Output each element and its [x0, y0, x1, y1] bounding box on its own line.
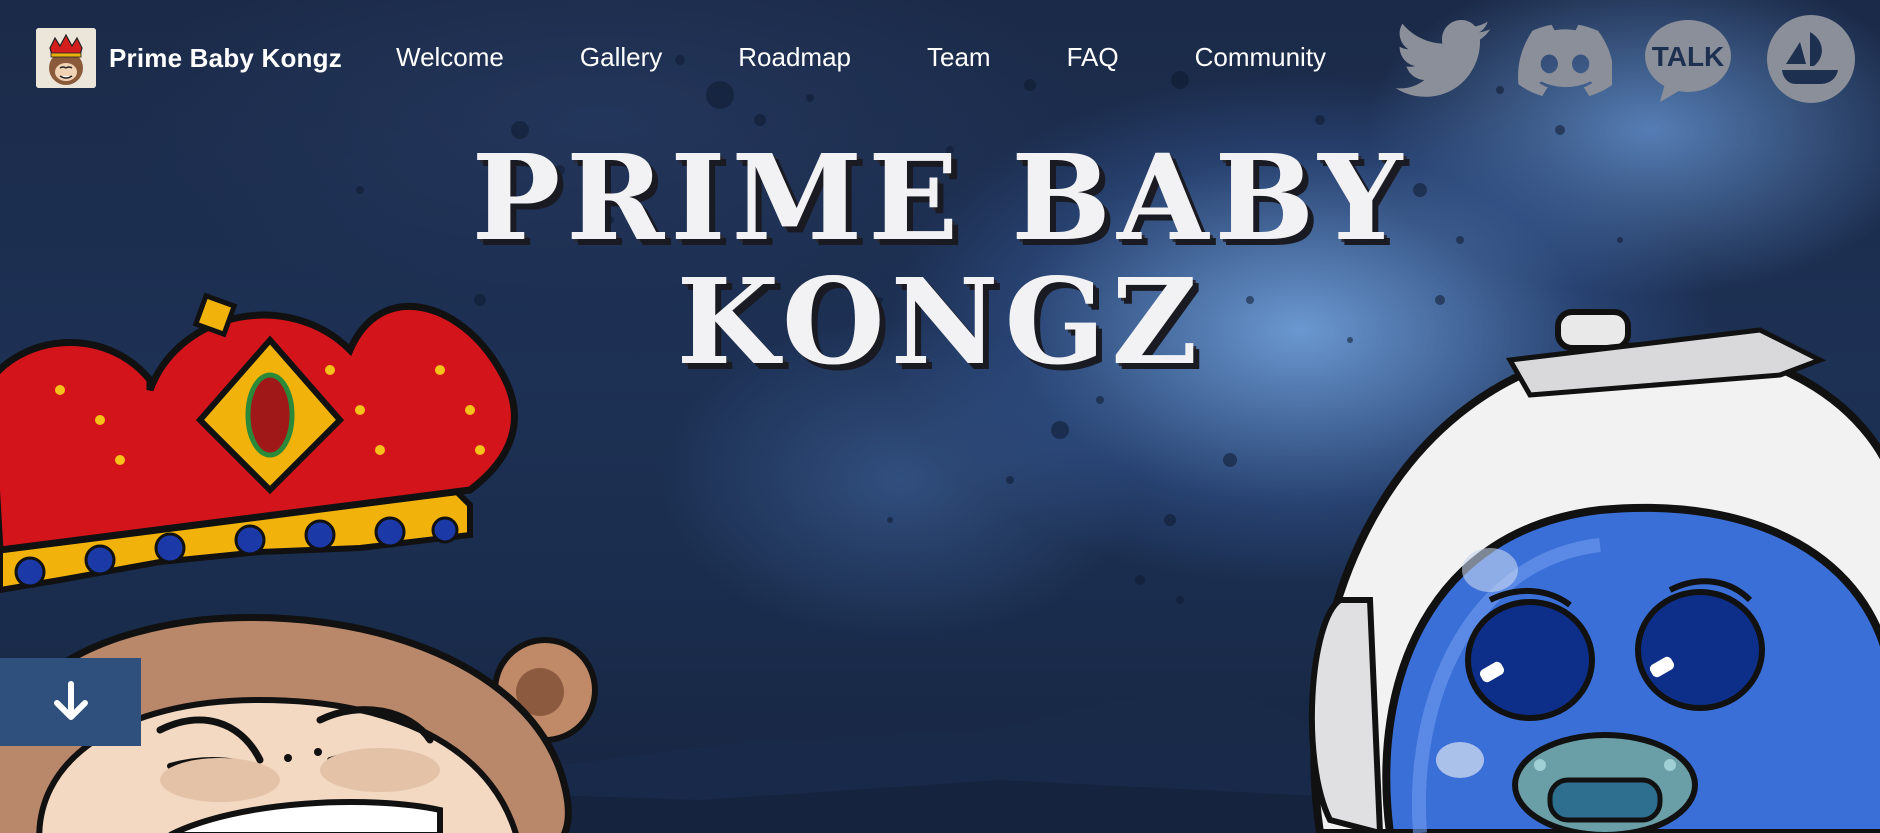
arrow-down-icon — [53, 681, 88, 720]
nav-team[interactable]: Team — [927, 42, 991, 73]
brand-name: Prime Baby Kongz — [109, 42, 342, 73]
nav-welcome[interactable]: Welcome — [396, 42, 504, 73]
nav-community[interactable]: Community — [1195, 42, 1326, 73]
hero-title-line-1: PRIME BABY — [471, 128, 1409, 267]
hero-section: Prime Baby Kongz Welcome Gallery Roadmap… — [0, 0, 1880, 833]
scroll-down-button[interactable] — [0, 658, 141, 746]
nav-faq[interactable]: FAQ — [1067, 42, 1119, 73]
baby-kong-avatar-icon — [36, 28, 96, 88]
brand[interactable]: Prime Baby Kongz — [36, 28, 342, 88]
nav-gallery[interactable]: Gallery — [580, 42, 662, 73]
discord-icon[interactable] — [1518, 24, 1612, 96]
nav-roadmap[interactable]: Roadmap — [738, 42, 851, 73]
opensea-icon[interactable] — [1766, 14, 1856, 104]
twitter-icon[interactable] — [1396, 20, 1492, 100]
kakaotalk-icon[interactable]: TALK — [1644, 18, 1732, 104]
main-nav: Welcome Gallery Roadmap Team FAQ Communi… — [396, 42, 1326, 73]
kakaotalk-label: TALK — [1652, 41, 1725, 72]
crowned-baby-kong-illustration — [0, 292, 598, 833]
astronaut-baby-kong-illustration — [1308, 309, 1880, 833]
